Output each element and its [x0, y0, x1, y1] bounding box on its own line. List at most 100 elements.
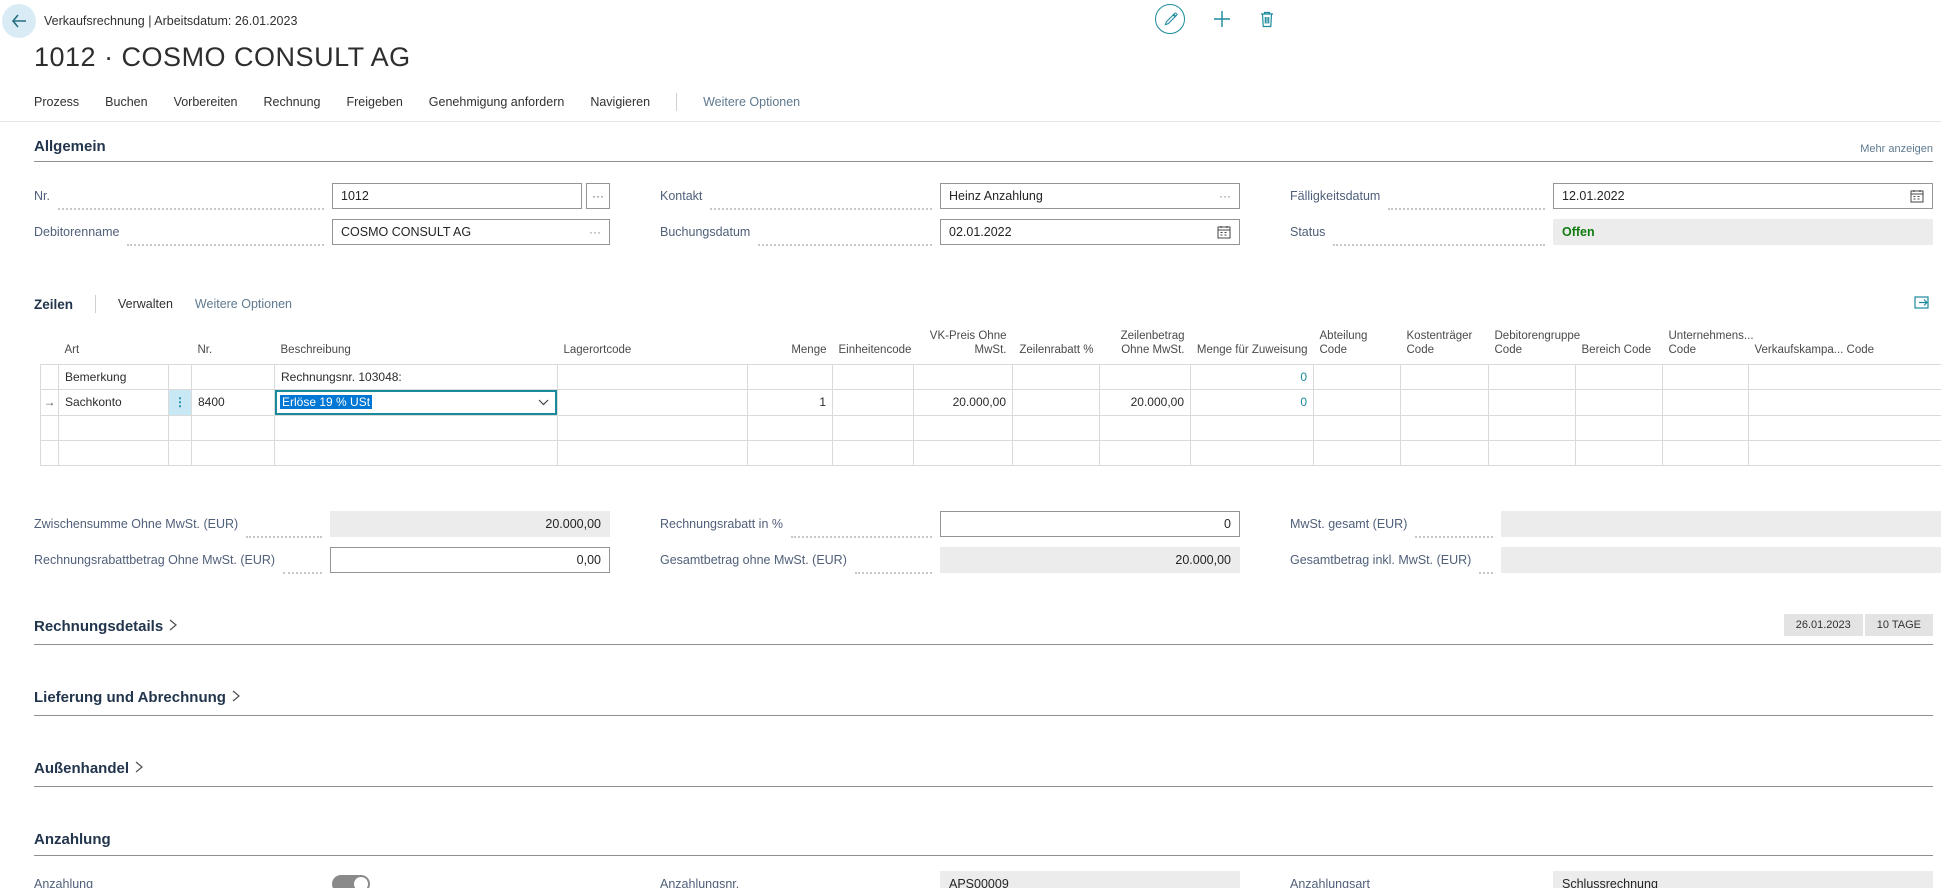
cell-kostentraeger[interactable]: [1401, 389, 1489, 415]
debitorenname-input[interactable]: COSMO CONSULT AG ···: [332, 219, 610, 245]
cell-art[interactable]: Sachkonto: [59, 389, 169, 415]
cell-einheitencode[interactable]: [833, 389, 914, 415]
anzahlung-toggle[interactable]: [332, 875, 370, 888]
col-vk-preis[interactable]: VK-Preis Ohne MwSt.: [914, 328, 1013, 364]
col-unternehmens[interactable]: Unternehmens... Code: [1663, 328, 1749, 364]
dotted-leader: [855, 564, 932, 574]
rechnungsrabatt-prozent-input[interactable]: 0: [940, 511, 1240, 537]
col-debitorengruppe[interactable]: Debitorengruppe Code: [1489, 328, 1576, 364]
row-marker-cell: [41, 364, 59, 389]
col-kostentraeger[interactable]: Kostenträger Code: [1401, 328, 1489, 364]
field-gesamtbetrag-inkl: Gesamtbetrag inkl. MwSt. (EUR) 23.800,00: [1290, 546, 1941, 574]
status-badge: Offen: [1562, 225, 1595, 239]
cell-nr[interactable]: [192, 364, 275, 389]
col-lagerortcode[interactable]: Lagerortcode: [558, 328, 748, 364]
cell-menge[interactable]: [748, 364, 833, 389]
field-label-gesamtbetrag-ohne: Gesamtbetrag ohne MwSt. (EUR): [660, 553, 847, 567]
calendar-icon[interactable]: [1910, 189, 1924, 203]
lines-header-row: Art Nr. Beschreibung Lagerortcode Menge …: [41, 328, 1941, 364]
field-kontakt: Kontakt Heinz Anzahlung ···: [660, 182, 1240, 210]
cell-abteilung[interactable]: [1314, 389, 1401, 415]
pencil-icon: [1163, 12, 1178, 27]
dotted-leader: [246, 528, 322, 538]
buchungsdatum-input[interactable]: 02.01.2022: [940, 219, 1240, 245]
debitorenname-assist-icon[interactable]: ···: [589, 225, 601, 239]
col-abteilung[interactable]: Abteilung Code: [1314, 328, 1401, 364]
cell-zeilenrabatt[interactable]: [1013, 364, 1100, 389]
cell-unternehmens[interactable]: [1663, 364, 1749, 389]
lines-menu-weitere-optionen[interactable]: Weitere Optionen: [195, 297, 292, 311]
col-bereich[interactable]: Bereich Code: [1576, 328, 1663, 364]
faelligkeitsdatum-input[interactable]: 12.01.2022: [1553, 183, 1933, 209]
section-toggle-rechnungsdetails[interactable]: Rechnungsdetails: [34, 618, 177, 635]
cell-verkaufskampagne[interactable]: [1749, 389, 1941, 415]
col-menge[interactable]: Menge: [748, 328, 833, 364]
calendar-icon[interactable]: [1217, 225, 1231, 239]
cell-zeilenrabatt[interactable]: [1013, 389, 1100, 415]
cell-vk-preis[interactable]: 20.000,00: [914, 389, 1013, 415]
table-row-selected: → Sachkonto ⋮ 8400 Erlöse 19 % USt 1 20.…: [41, 389, 1941, 415]
rechnungsrabattbetrag-input[interactable]: 0,00: [330, 547, 610, 573]
cell-zeilenbetrag[interactable]: 20.000,00: [1100, 389, 1191, 415]
cell-beschreibung[interactable]: Rechnungsnr. 103048:: [275, 364, 558, 389]
beschreibung-combobox[interactable]: Erlöse 19 % USt: [275, 390, 557, 415]
cell-einheitencode[interactable]: [833, 364, 914, 389]
col-beschreibung[interactable]: Beschreibung: [275, 328, 558, 364]
focus-mode-icon[interactable]: [1914, 296, 1929, 309]
col-nr[interactable]: Nr.: [192, 328, 275, 364]
col-einheitencode[interactable]: Einheitencode: [833, 328, 914, 364]
cell-vk-preis[interactable]: [914, 364, 1013, 389]
kontakt-input[interactable]: Heinz Anzahlung ···: [940, 183, 1240, 209]
menu-item-prozess[interactable]: Prozess: [34, 95, 79, 109]
row-kebab-menu-icon[interactable]: ⋮: [169, 389, 192, 415]
nr-assist-button[interactable]: ···: [586, 183, 610, 209]
new-button[interactable]: [1213, 10, 1231, 28]
cell-kostentraeger[interactable]: [1401, 364, 1489, 389]
trash-icon: [1259, 10, 1275, 28]
field-label-nr: Nr.: [34, 189, 50, 203]
cell-bereich[interactable]: [1576, 389, 1663, 415]
menu-item-freigeben[interactable]: Freigeben: [347, 95, 403, 109]
lines-menu-verwalten[interactable]: Verwalten: [118, 297, 173, 311]
cell-nr[interactable]: 8400: [192, 389, 275, 415]
menu-item-rechnung[interactable]: Rechnung: [264, 95, 321, 109]
menu-item-genehmigung[interactable]: Genehmigung anfordern: [429, 95, 565, 109]
nr-input[interactable]: 1012: [332, 183, 582, 209]
section-toggle-aussenhandel[interactable]: Außenhandel: [34, 760, 143, 777]
cell-menge[interactable]: 1: [748, 389, 833, 415]
col-zeilenrabatt[interactable]: Zeilenrabatt %: [1013, 328, 1100, 364]
col-menge-zuweisung[interactable]: Menge für Zuweisung: [1191, 328, 1314, 364]
menu-item-weitere-optionen[interactable]: Weitere Optionen: [703, 95, 800, 109]
cell-debitorengruppe[interactable]: [1489, 364, 1576, 389]
col-art[interactable]: Art: [59, 328, 169, 364]
totals-area: Zwischensumme Ohne MwSt. (EUR) 20.000,00…: [34, 510, 1933, 574]
cell-lagerortcode[interactable]: [558, 389, 748, 415]
section-toggle-lieferung[interactable]: Lieferung und Abrechnung: [34, 689, 240, 706]
menu-item-vorbereiten[interactable]: Vorbereiten: [174, 95, 238, 109]
cell-bereich[interactable]: [1576, 364, 1663, 389]
col-verkaufskampagne[interactable]: Verkaufskampa... Code: [1749, 328, 1941, 364]
edit-button[interactable]: [1155, 4, 1185, 34]
section-title-allgemein: Allgemein: [34, 138, 106, 155]
col-zeilenbetrag[interactable]: Zeilenbetrag Ohne MwSt.: [1100, 328, 1191, 364]
cell-menge-zuweisung-link[interactable]: 0: [1191, 389, 1314, 415]
cell-lagerortcode[interactable]: [558, 364, 748, 389]
cell-verkaufskampagne[interactable]: [1749, 364, 1941, 389]
menu-item-buchen[interactable]: Buchen: [105, 95, 147, 109]
menu-divider-rule: [0, 121, 1941, 122]
delete-button[interactable]: [1259, 10, 1275, 28]
cell-debitorengruppe[interactable]: [1489, 389, 1576, 415]
field-label-faelligkeitsdatum: Fälligkeitsdatum: [1290, 189, 1380, 203]
field-debitorenname: Debitorenname COSMO CONSULT AG ···: [34, 218, 610, 246]
back-button[interactable]: [2, 4, 36, 38]
dotted-leader: [127, 236, 324, 246]
cell-unternehmens[interactable]: [1663, 389, 1749, 415]
menu-item-navigieren[interactable]: Navigieren: [590, 95, 650, 109]
kontakt-assist-icon[interactable]: ···: [1219, 189, 1231, 203]
cell-menge-zuweisung-link[interactable]: 0: [1191, 364, 1314, 389]
cell-art[interactable]: Bemerkung: [59, 364, 169, 389]
dotted-leader: [758, 236, 932, 246]
show-more-link[interactable]: Mehr anzeigen: [1860, 143, 1933, 155]
cell-abteilung[interactable]: [1314, 364, 1401, 389]
cell-zeilenbetrag[interactable]: [1100, 364, 1191, 389]
